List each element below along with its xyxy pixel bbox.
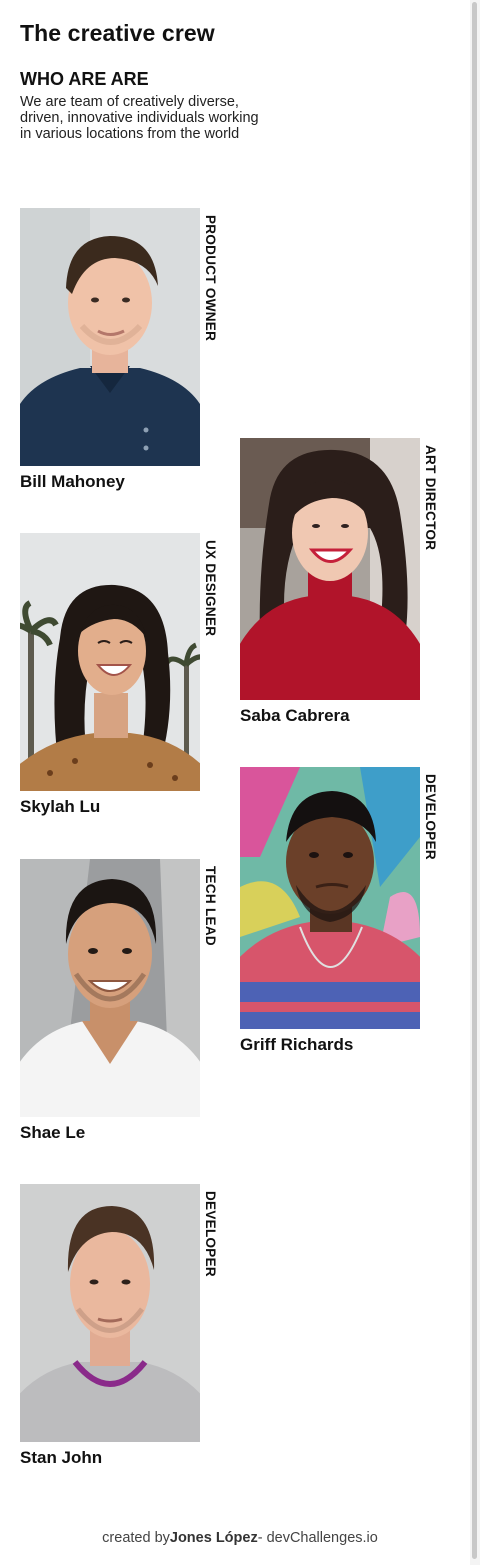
member-role: DEVELOPER — [423, 774, 438, 860]
member-photo — [240, 438, 420, 700]
member-photo — [20, 533, 200, 791]
member-photo — [20, 1184, 200, 1442]
footer: created byJones López- devChallenges.io — [0, 1530, 480, 1546]
portrait-woman-red-sweater-icon — [240, 438, 420, 700]
member-role: ART DIRECTOR — [423, 445, 438, 551]
member-role: TECH LEAD — [203, 866, 218, 946]
member-role: UX DESIGNER — [203, 540, 218, 637]
section-subtitle: WHO ARE ARE — [20, 69, 149, 89]
page-title: The creative crew — [20, 20, 215, 46]
portrait-man-grey-sweater-icon — [20, 1184, 200, 1442]
footer-author-link[interactable]: Jones López — [170, 1530, 258, 1546]
member-photo — [20, 208, 200, 466]
member-photo — [20, 859, 200, 1117]
portrait-man-colorful-wall-icon — [240, 767, 420, 1029]
footer-prefix: created by — [102, 1530, 170, 1546]
member-name: Bill Mahoney — [20, 472, 125, 491]
member-name: Shae Le — [20, 1123, 86, 1142]
member-photo — [240, 767, 420, 1029]
portrait-man-white-tee-icon — [20, 859, 200, 1117]
member-role: DEVELOPER — [203, 1191, 218, 1277]
member-name: Griff Richards — [240, 1035, 354, 1054]
member-name: Saba Cabrera — [240, 706, 350, 725]
intro-text: We are team of creatively diverse, drive… — [20, 94, 259, 142]
member-name: Skylah Lu — [20, 797, 101, 816]
portrait-woman-palm-trees-icon — [20, 533, 200, 791]
member-role: PRODUCT OWNER — [203, 215, 218, 342]
footer-suffix: - devChallenges.io — [257, 1530, 378, 1546]
scrollbar-thumb[interactable] — [472, 2, 477, 1559]
portrait-man-navy-polo-icon — [20, 208, 200, 466]
member-name: Stan John — [20, 1448, 103, 1467]
